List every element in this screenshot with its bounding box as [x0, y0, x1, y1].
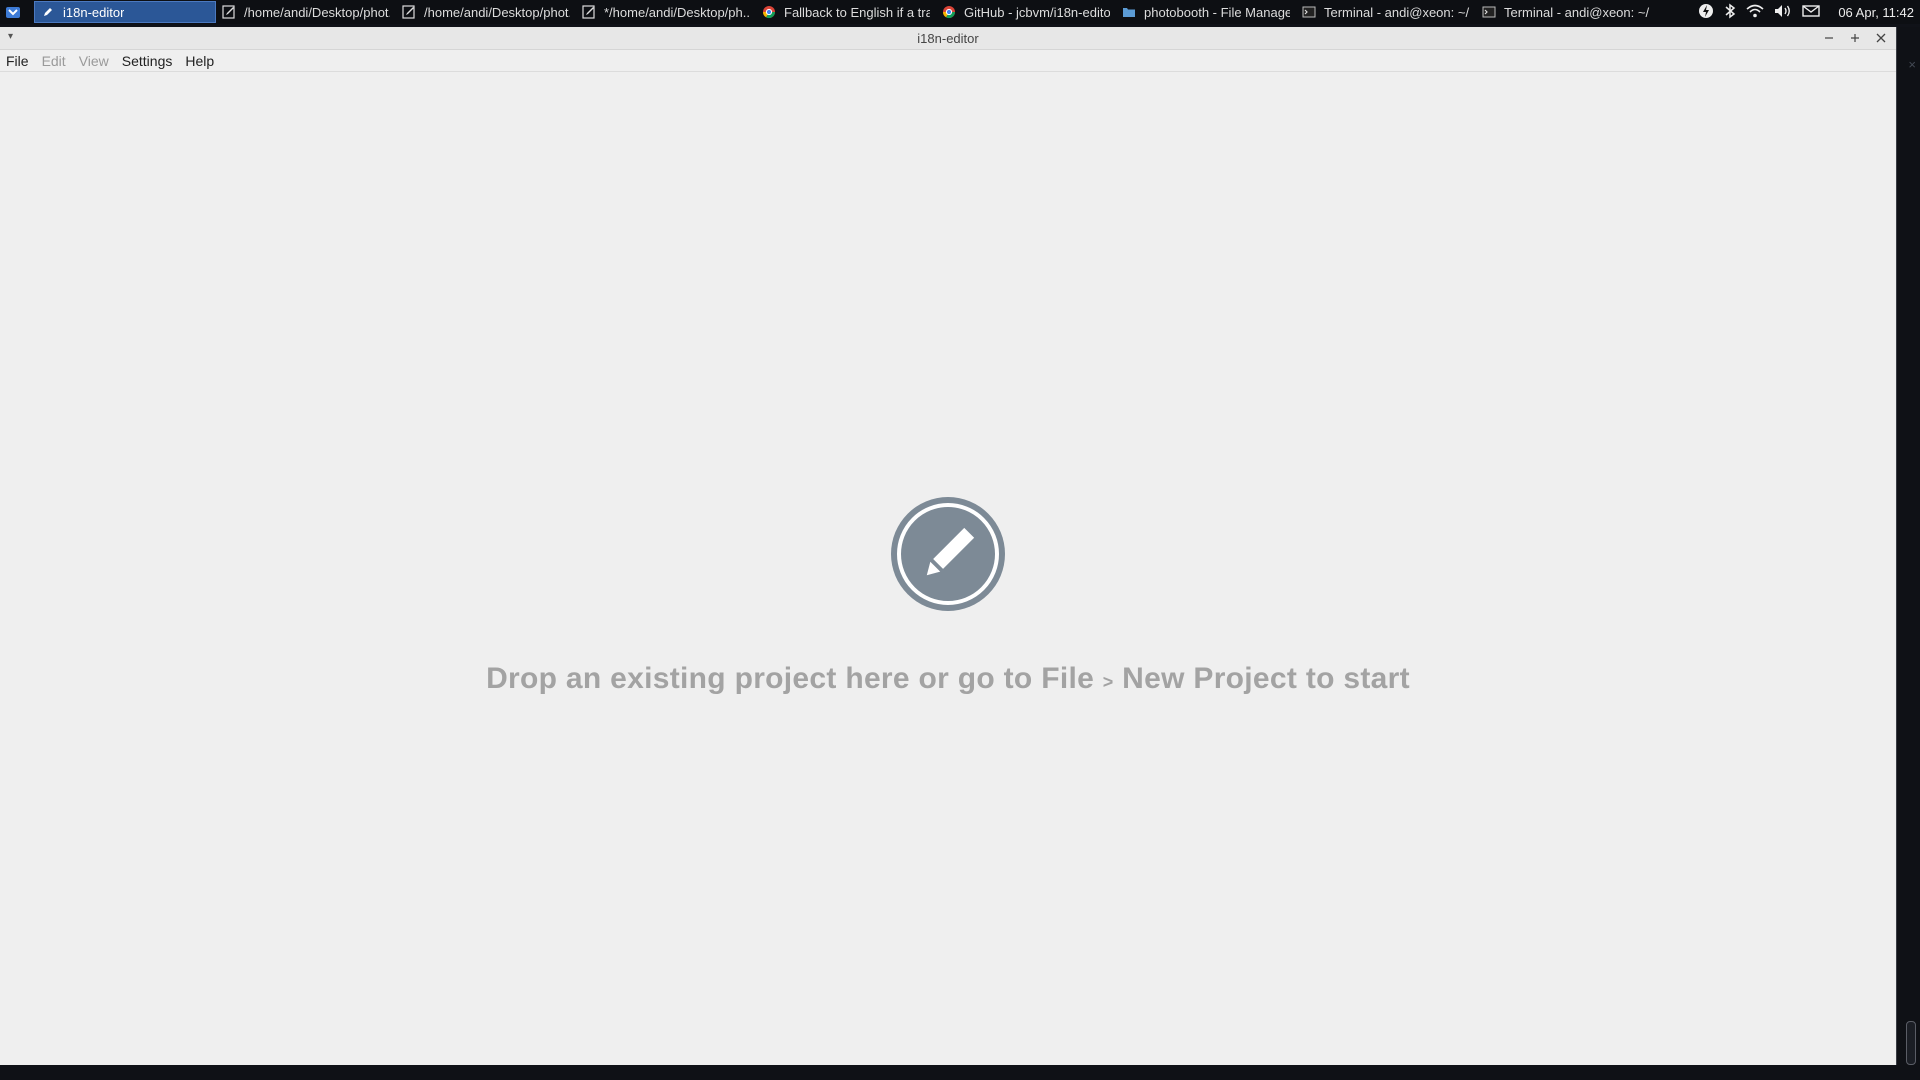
text-editor-icon [402, 5, 416, 19]
task-i18n-editor[interactable]: i18n-editor [34, 1, 216, 23]
task-text-editor-2[interactable]: /home/andi/Desktop/phot... [396, 1, 576, 23]
empty-message-part2: New Project to start [1122, 662, 1410, 695]
system-tray: 06 Apr, 11:42 [1698, 0, 1920, 24]
scrollbar-handle[interactable] [1906, 1021, 1916, 1065]
mail-icon[interactable] [1802, 4, 1821, 21]
taskbar: i18n-editor /home/andi/Desktop/phot... /… [0, 0, 1920, 24]
text-editor-icon [582, 5, 596, 19]
task-list: i18n-editor /home/andi/Desktop/phot... /… [26, 0, 1656, 24]
empty-message-part1: Drop an existing project here or go to F… [486, 662, 1095, 695]
folder-icon [1122, 5, 1136, 19]
task-label: i18n-editor [63, 4, 125, 20]
volume-icon[interactable] [1774, 4, 1792, 21]
window-title: i18n-editor [917, 30, 979, 46]
task-label: Fallback to English if a tra... [784, 4, 930, 20]
menu-view[interactable]: View [79, 53, 109, 69]
menu-edit-label: Edit [41, 52, 66, 69]
pencil-icon [41, 5, 55, 19]
task-label: /home/andi/Desktop/phot... [244, 4, 390, 20]
menubar: File Edit View Settings Help [0, 50, 1896, 72]
window-controls [1822, 27, 1888, 49]
text-editor-icon [222, 5, 236, 19]
background-close-icon: × [1908, 57, 1916, 72]
close-icon[interactable] [1874, 31, 1888, 45]
task-text-editor-1[interactable]: /home/andi/Desktop/phot... [216, 1, 396, 23]
app-menu-button[interactable] [0, 0, 26, 24]
edit-pencil-icon [891, 497, 1005, 611]
desktop-right-edge: × [1897, 27, 1920, 1065]
chrome-icon [942, 5, 956, 19]
terminal-icon [1482, 5, 1496, 19]
editor-content-area[interactable]: Drop an existing project here or go to F… [0, 72, 1896, 1065]
menu-help[interactable]: Help [185, 53, 214, 69]
task-terminal-2[interactable]: Terminal - andi@xeon: ~/... [1476, 1, 1656, 23]
terminal-icon [1302, 5, 1316, 19]
maximize-icon[interactable] [1848, 31, 1862, 45]
power-icon[interactable] [1698, 3, 1714, 22]
task-label: photobooth - File Manager [1144, 4, 1290, 20]
menu-settings-label: Settings [121, 52, 173, 69]
task-label: GitHub - jcbvm/i18n-edito... [964, 4, 1110, 20]
app-window: ▾ i18n-editor File Edit View Settings He… [0, 27, 1897, 1065]
task-terminal-1[interactable]: Terminal - andi@xeon: ~/... [1296, 1, 1476, 23]
minimize-icon[interactable] [1822, 31, 1836, 45]
task-label: */home/andi/Desktop/ph... [604, 4, 750, 20]
window-menu-arrow-icon[interactable]: ▾ [8, 31, 13, 42]
menu-file[interactable]: File [6, 53, 29, 69]
menu-edit[interactable]: Edit [42, 53, 66, 69]
empty-message-separator: > [1102, 672, 1114, 692]
bluetooth-icon[interactable] [1724, 3, 1736, 22]
menu-file-label: File [6, 52, 29, 69]
whisker-menu-icon [6, 7, 20, 18]
clock[interactable]: 06 Apr, 11:42 [1838, 5, 1914, 20]
menu-help-label: Help [185, 52, 215, 69]
task-browser-1[interactable]: Fallback to English if a tra... [756, 1, 936, 23]
empty-state-message: Drop an existing project here or go to F… [0, 662, 1896, 696]
task-label: Terminal - andi@xeon: ~/... [1504, 4, 1650, 20]
task-label: Terminal - andi@xeon: ~/... [1324, 4, 1470, 20]
desktop-bottom-edge [0, 1065, 1920, 1080]
task-label: /home/andi/Desktop/phot... [424, 4, 570, 20]
task-browser-2[interactable]: GitHub - jcbvm/i18n-edito... [936, 1, 1116, 23]
task-text-editor-3[interactable]: */home/andi/Desktop/ph... [576, 1, 756, 23]
wifi-icon[interactable] [1746, 4, 1764, 21]
menu-view-label: View [78, 52, 109, 69]
chrome-icon [762, 5, 776, 19]
menu-settings[interactable]: Settings [122, 53, 173, 69]
task-file-manager[interactable]: photobooth - File Manager [1116, 1, 1296, 23]
window-titlebar[interactable]: ▾ i18n-editor [0, 27, 1896, 50]
